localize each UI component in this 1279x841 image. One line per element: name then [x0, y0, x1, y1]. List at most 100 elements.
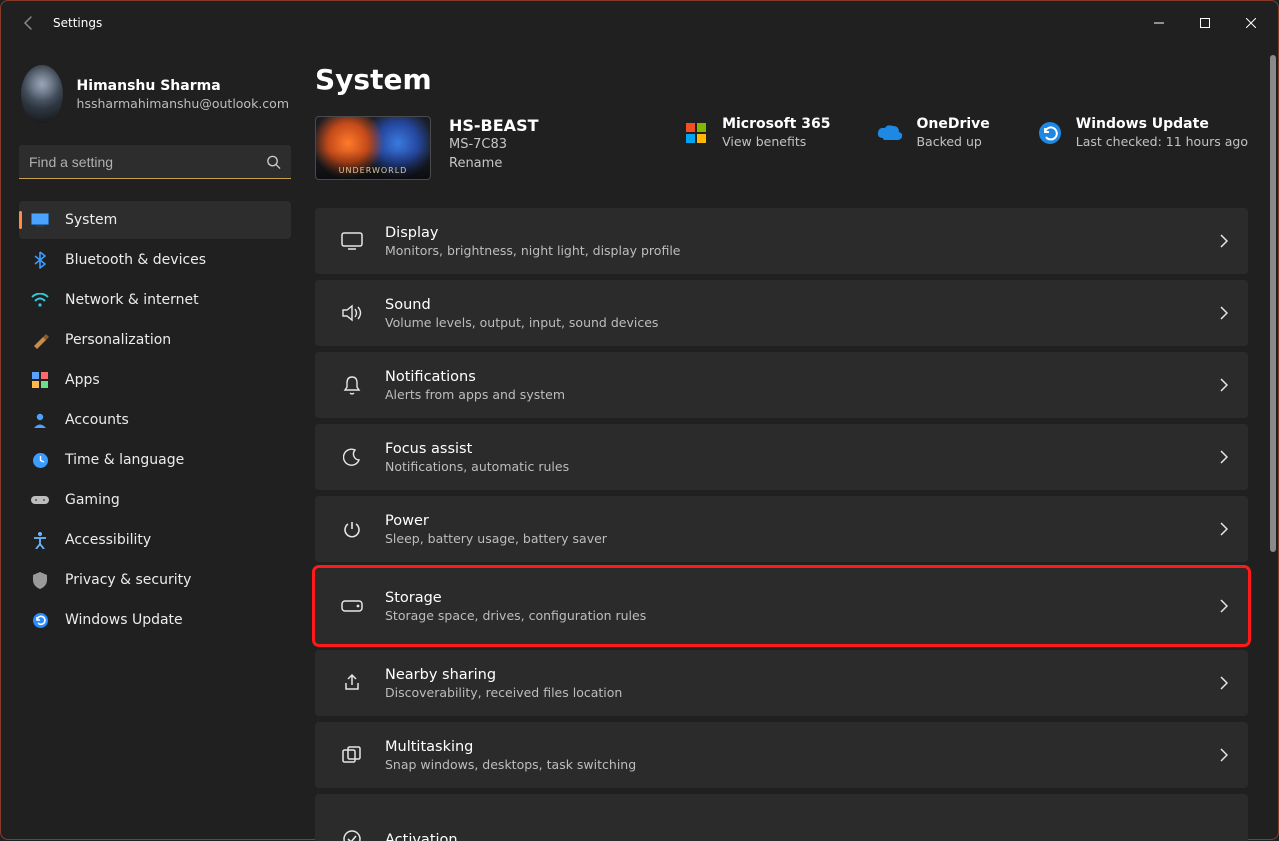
sidebar-item-label: Accessibility — [65, 532, 151, 548]
bluetooth-icon — [31, 251, 49, 269]
activation-icon — [335, 830, 369, 841]
sidebar-item-system[interactable]: System — [19, 201, 291, 239]
row-desc: Sleep, battery usage, battery saver — [385, 531, 607, 546]
row-title: Nearby sharing — [385, 667, 622, 683]
sidebar-item-label: Windows Update — [65, 612, 183, 628]
tile-title: Windows Update — [1076, 116, 1248, 132]
minimize-button[interactable] — [1136, 7, 1182, 39]
row-desc: Alerts from apps and system — [385, 387, 565, 402]
update-icon — [31, 611, 49, 629]
chevron-right-icon — [1220, 522, 1228, 536]
row-activation[interactable]: Activation — [315, 794, 1248, 841]
sidebar-item-gaming[interactable]: Gaming — [19, 481, 291, 519]
tile-subtitle: Last checked: 11 hours ago — [1076, 134, 1248, 149]
row-desc: Discoverability, received files location — [385, 685, 622, 700]
display-icon — [335, 232, 369, 250]
row-multitasking[interactable]: Multitasking Snap windows, desktops, tas… — [315, 722, 1248, 788]
tile-windows-update[interactable]: Windows Update Last checked: 11 hours ag… — [1036, 116, 1248, 149]
moon-icon — [335, 448, 369, 466]
row-focus-assist[interactable]: Focus assist Notifications, automatic ru… — [315, 424, 1248, 490]
maximize-button[interactable] — [1182, 7, 1228, 39]
clock-icon — [31, 451, 49, 469]
update-icon — [1036, 119, 1064, 147]
chevron-right-icon — [1220, 306, 1228, 320]
row-title: Storage — [385, 590, 646, 606]
row-title: Power — [385, 513, 607, 529]
bell-icon — [335, 375, 369, 395]
search-input[interactable] — [19, 145, 291, 179]
system-header: HS-BEAST MS-7C83 Rename Microsoft 365 Vi… — [315, 116, 1248, 180]
row-display[interactable]: Display Monitors, brightness, night ligh… — [315, 208, 1248, 274]
back-button[interactable] — [9, 3, 49, 43]
share-icon — [335, 673, 369, 693]
person-icon — [31, 411, 49, 429]
chevron-right-icon — [1220, 378, 1228, 392]
sidebar-item-accounts[interactable]: Accounts — [19, 401, 291, 439]
sidebar-item-label: Accounts — [65, 412, 129, 428]
row-power[interactable]: Power Sleep, battery usage, battery save… — [315, 496, 1248, 562]
rename-link[interactable]: Rename — [449, 156, 539, 171]
sidebar-item-label: Personalization — [65, 332, 171, 348]
row-title: Focus assist — [385, 441, 569, 457]
page-title: System — [315, 63, 1248, 96]
tile-subtitle: Backed up — [916, 134, 989, 149]
close-button[interactable] — [1228, 7, 1274, 39]
row-sound[interactable]: Sound Volume levels, output, input, soun… — [315, 280, 1248, 346]
scrollbar[interactable] — [1270, 55, 1276, 831]
row-nearby-sharing[interactable]: Nearby sharing Discoverability, received… — [315, 650, 1248, 716]
multitask-icon — [335, 746, 369, 764]
sidebar-item-label: System — [65, 212, 117, 228]
storage-icon — [335, 600, 369, 612]
sidebar-item-network[interactable]: Network & internet — [19, 281, 291, 319]
sidebar-item-label: Gaming — [65, 492, 120, 508]
tile-m365[interactable]: Microsoft 365 View benefits — [682, 116, 830, 149]
chevron-right-icon — [1220, 450, 1228, 464]
avatar — [21, 65, 63, 123]
sidebar-item-privacy[interactable]: Privacy & security — [19, 561, 291, 599]
sound-icon — [335, 304, 369, 322]
row-title: Display — [385, 225, 680, 241]
sidebar-item-label: Apps — [65, 372, 100, 388]
chevron-right-icon — [1220, 748, 1228, 762]
row-desc: Monitors, brightness, night light, displ… — [385, 243, 680, 258]
m365-icon — [682, 119, 710, 147]
chevron-right-icon — [1220, 676, 1228, 690]
row-notifications[interactable]: Notifications Alerts from apps and syste… — [315, 352, 1248, 418]
row-storage[interactable]: Storage Storage space, drives, configura… — [315, 568, 1248, 644]
titlebar: Settings — [1, 1, 1278, 45]
sidebar-item-label: Network & internet — [65, 292, 199, 308]
sidebar-item-personalization[interactable]: Personalization — [19, 321, 291, 359]
gamepad-icon — [31, 491, 49, 509]
power-icon — [335, 520, 369, 538]
row-title: Multitasking — [385, 739, 636, 755]
chevron-right-icon — [1220, 234, 1228, 248]
apps-icon — [31, 371, 49, 389]
sidebar-item-windows-update[interactable]: Windows Update — [19, 601, 291, 639]
device-name: HS-BEAST — [449, 116, 539, 135]
scrollbar-thumb[interactable] — [1270, 55, 1276, 552]
device-thumbnail[interactable] — [315, 116, 431, 180]
row-desc: Volume levels, output, input, sound devi… — [385, 315, 658, 330]
settings-rows: Display Monitors, brightness, night ligh… — [315, 208, 1248, 841]
row-desc: Notifications, automatic rules — [385, 459, 569, 474]
sidebar-nav: System Bluetooth & devices Network & int… — [19, 201, 291, 639]
sidebar: Himanshu Sharma hssharmahimanshu@outlook… — [1, 45, 309, 841]
sidebar-item-bluetooth[interactable]: Bluetooth & devices — [19, 241, 291, 279]
sidebar-item-time-language[interactable]: Time & language — [19, 441, 291, 479]
sidebar-item-label: Bluetooth & devices — [65, 252, 206, 268]
main-panel: System HS-BEAST MS-7C83 Rename Microsoft… — [309, 45, 1278, 841]
window-title: Settings — [53, 16, 102, 30]
profile-block[interactable]: Himanshu Sharma hssharmahimanshu@outlook… — [19, 59, 291, 137]
row-title: Notifications — [385, 369, 565, 385]
sidebar-item-apps[interactable]: Apps — [19, 361, 291, 399]
row-title: Sound — [385, 297, 658, 313]
sidebar-item-accessibility[interactable]: Accessibility — [19, 521, 291, 559]
search-icon — [266, 155, 281, 170]
row-desc: Storage space, drives, configuration rul… — [385, 608, 646, 623]
profile-name: Himanshu Sharma — [77, 78, 289, 94]
accessibility-icon — [31, 531, 49, 549]
tile-onedrive[interactable]: OneDrive Backed up — [876, 116, 989, 149]
chevron-right-icon — [1220, 599, 1228, 613]
device-model: MS-7C83 — [449, 137, 539, 152]
tile-title: OneDrive — [916, 116, 989, 132]
